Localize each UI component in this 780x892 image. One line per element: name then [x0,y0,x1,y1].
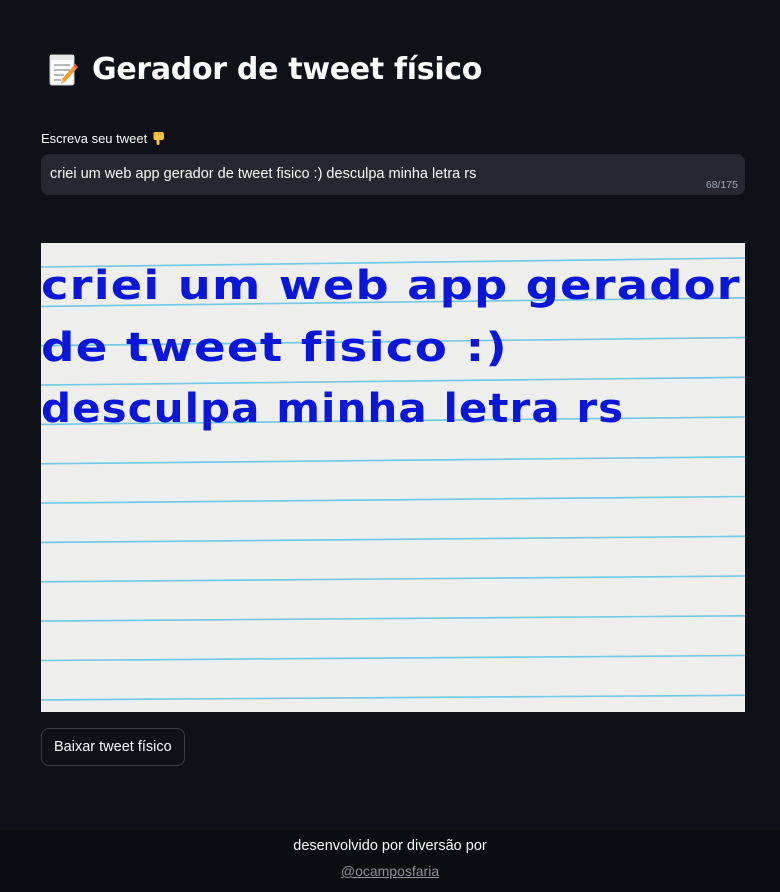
page-header: Gerador de tweet físico [48,52,482,87]
lined-paper [41,257,745,701]
tweet-textarea[interactable]: criei um web app gerador de tweet fisico… [41,154,745,195]
paper-rule-line [41,456,745,465]
paper-rule-line [41,376,745,386]
paper-rule-line [41,575,745,583]
tweet-input-label-text: Escreva seu tweet [41,131,148,146]
author-link[interactable]: @ocamposfaria [0,863,780,879]
paper-rule-line [41,495,745,504]
app-root: Gerador de tweet físico Escreva seu twee… [0,0,780,892]
memo-icon [48,53,78,87]
backhand-index-pointing-down-icon [151,131,166,146]
paper-rule-line [41,615,745,622]
tweet-textarea-value: criei um web app gerador de tweet fisico… [50,166,477,182]
generated-tweet-image: criei um web app gerador de tweet fisico… [41,243,745,712]
footer: desenvolvido por diversão por @ocamposfa… [0,830,780,892]
download-button[interactable]: Baixar tweet físico [41,728,185,766]
handwritten-line: de tweet fisico :) [41,325,508,371]
paper-rule-line [41,694,745,701]
page-title: Gerador de tweet físico [92,52,483,87]
char-counter: 68/175 [705,179,738,191]
tweet-input-label: Escreva seu tweet [41,131,166,146]
footer-text: desenvolvido por diversão por [293,838,487,854]
paper-rule-line [41,535,745,544]
handwritten-line: desculpa minha letra rs [41,386,625,432]
paper-rule-line [41,654,745,662]
handwritten-line: criei um web app gerador [41,263,741,309]
